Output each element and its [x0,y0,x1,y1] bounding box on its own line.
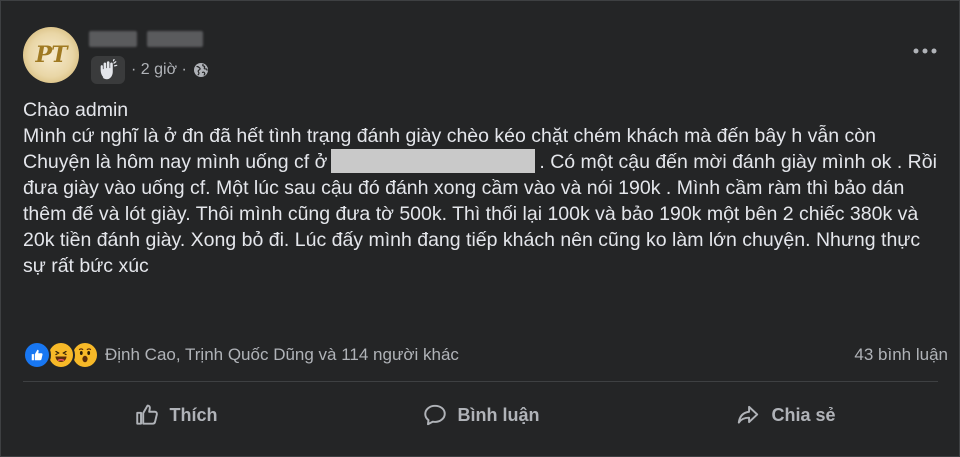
comment-count[interactable]: 43 bình luận [854,345,948,365]
post-meta: · 2 giờ · [91,56,209,84]
comment-button[interactable]: Bình luận [328,387,633,443]
comment-label: Bình luận [457,404,540,425]
post-paragraph-1: Mình cứ nghĩ là ở đn đã hết tình trạng đ… [23,125,876,147]
globe-icon [193,63,208,77]
author-name-redacted[interactable] [89,31,203,47]
like-label: Thích [169,404,218,425]
post-actions: Thích Bình luận Chia sẻ [23,387,938,443]
share-label: Chia sẻ [771,404,836,425]
reactions-bar: Định Cao, Trịnh Quốc Dũng và 114 người k… [23,341,948,369]
more-dots-icon [913,48,937,54]
haha-icon [47,341,75,369]
redacted-location [331,149,536,173]
group-badge[interactable] [91,56,125,84]
share-button[interactable]: Chia sẻ [633,387,938,443]
post-greeting: Chào admin [23,99,129,121]
post-paragraph-2: Chuyện là hôm nay mình uống cf ở. Có một… [23,149,948,279]
comment-icon [423,404,446,426]
like-button[interactable]: Thích [23,387,328,443]
author-avatar[interactable]: PT [23,27,79,83]
post-text-before-redaction: Chuyện là hôm nay mình uống cf ở [23,151,328,173]
reaction-icons[interactable] [23,341,99,369]
reaction-names[interactable]: Định Cao, Trịnh Quốc Dũng và 114 người k… [105,345,854,365]
share-icon [738,405,759,424]
post-card: PT · 2 giờ · Chào admin Mình cứ nghĩ là … [0,0,960,457]
hand-icon [100,59,118,80]
post-time[interactable]: · 2 giờ · [131,61,187,79]
thumbs-up-icon [135,404,158,425]
post-body: Chào admin Mình cứ nghĩ là ở đn đã hết t… [23,97,948,279]
like-icon [23,341,51,369]
avatar-logo: PT [35,42,68,68]
divider [23,381,938,382]
wow-icon [71,341,99,369]
more-options-button[interactable] [911,41,939,61]
